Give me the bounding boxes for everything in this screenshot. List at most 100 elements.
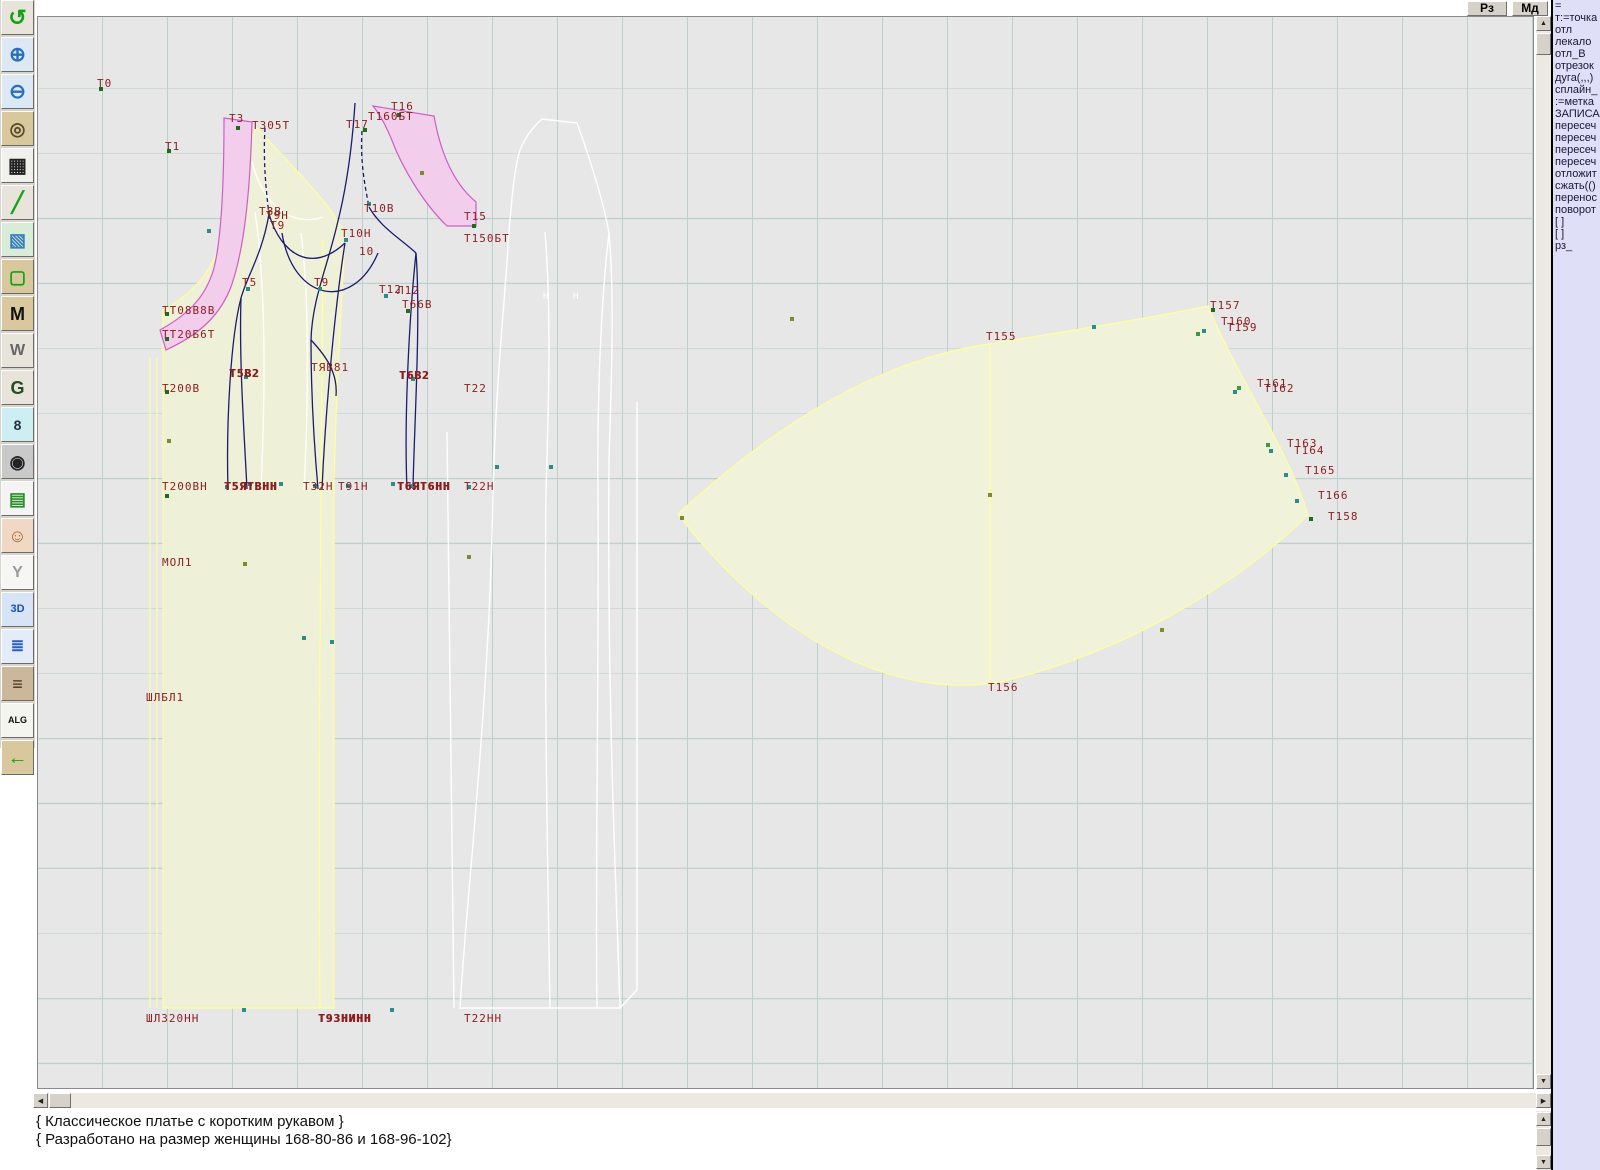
point-label: Т157 [1210,299,1241,312]
scroll-down-icon[interactable]: ▼ [1536,1155,1551,1169]
ruler-icon: 8 [14,418,22,432]
camera-button[interactable]: ◉ [1,444,34,479]
undo-button[interactable]: ↺ [1,0,34,35]
command-line[interactable]: пересеч [1553,120,1600,132]
point-label: Т305Т [252,119,290,132]
command-line[interactable]: лекало [1553,36,1600,48]
zoom-in-button[interactable]: ⊕ [1,37,34,72]
picture-icon: ▧ [9,231,26,249]
grid-button[interactable]: ▦ [1,148,34,183]
letter-g-button[interactable]: G [1,370,34,405]
model-photo-button[interactable]: ☺ [1,518,34,553]
canvas-vscrollbar[interactable]: ▲ ▼ [1536,16,1551,1089]
command-line[interactable]: отрезок [1553,60,1600,72]
picture-button[interactable]: ▧ [1,222,34,257]
point-marker [1295,499,1299,503]
point-marker [165,494,169,498]
scroll-left-icon[interactable]: ◀ [33,1093,48,1108]
command-line[interactable]: перенос [1553,192,1600,204]
view-3d-button[interactable]: 3D [1,592,34,627]
point-marker [390,1008,394,1012]
command-line[interactable]: рз_ [1553,240,1600,252]
measure-segment-button[interactable]: ╱ [1,185,34,220]
pattern-drawing [38,17,1533,1088]
scroll-up-icon[interactable]: ▲ [1536,1112,1551,1126]
point-marker [302,636,306,640]
scroll-up-icon[interactable]: ▲ [1536,16,1551,31]
point-label: Т158 [1328,510,1359,523]
point-marker [279,482,283,486]
command-line[interactable]: сжать(() [1553,180,1600,192]
tvscroll-thumb[interactable] [1536,1128,1551,1146]
canvas-hscrollbar[interactable]: ◀ ▶ [33,1093,1551,1108]
scroll-down-icon[interactable]: ▼ [1536,1074,1551,1089]
description-line: { Разработано на размер женщины 168-80-8… [36,1131,452,1148]
point-label: Т6ЯТ6НН [397,480,450,493]
scroll-right-icon[interactable]: ▶ [1536,1093,1551,1108]
command-line[interactable]: [ ] [1553,216,1600,228]
exit-button[interactable]: ← [1,740,34,775]
command-panel[interactable]: =т:=точкаотллекалоотл_Вотрезокдуга(,,,)с… [1551,0,1600,1170]
zoom-out-button[interactable]: ⊖ [1,74,34,109]
pattern-canvas[interactable]: Т0Т1Т3Т305ТТ16Т160БТТ17Т8ВТ9НТ9Т10ВТ10Н1… [37,16,1534,1089]
letter-g-icon: G [10,379,24,397]
exit-icon: ← [8,748,28,768]
point-label: Т17 [346,118,369,131]
vscroll-thumb[interactable] [1536,33,1551,55]
point-label: Т5В2 [229,367,260,380]
top-bar: Рз Мд [35,0,1551,16]
preview-pattern-icon: ◎ [10,120,26,138]
point-label: Т22 [464,382,487,395]
point-marker [467,555,471,559]
point-marker [243,562,247,566]
command-line[interactable]: [ ] [1553,228,1600,240]
pattern-piece-button[interactable]: ▢ [1,259,34,294]
command-line[interactable]: пересеч [1553,144,1600,156]
compass-button[interactable]: W [1,333,34,368]
notch-label: Н [543,292,549,302]
point-label: МОЛ1 [162,556,193,569]
view-3d-icon: 3D [10,604,24,615]
point-label: Т155 [986,330,1017,343]
preview-pattern-button[interactable]: ◎ [1,111,34,146]
command-line[interactable]: дуга(,,,) [1553,72,1600,84]
command-line[interactable]: отл [1553,24,1600,36]
command-line[interactable]: :=метка [1553,96,1600,108]
pattern-m-icon: M [10,305,25,323]
command-line[interactable]: пересеч [1553,132,1600,144]
point-label: Л12 [397,284,420,297]
command-line[interactable]: ЗАПИСА [1553,108,1600,120]
md-button[interactable]: Мд [1512,1,1548,16]
point-label: Т9 [270,219,285,232]
point-marker [790,317,794,321]
command-line[interactable]: сплайн_ [1553,84,1600,96]
alg-icon: ALG [8,716,27,725]
command-line[interactable]: т:=точка [1553,12,1600,24]
point-marker [988,493,992,497]
description-text-area[interactable]: { Классическое платье с коротким рукавом… [0,1110,1536,1170]
command-line[interactable]: отложит [1553,168,1600,180]
point-marker [167,439,171,443]
point-label: Т15 [464,210,487,223]
hscroll-thumb[interactable] [49,1093,71,1108]
pattern-m-button[interactable]: M [1,296,34,331]
textarea-vscrollbar[interactable]: ▲ ▼ [1536,1111,1551,1170]
size-list-button[interactable]: ≣ [1,629,34,664]
garment-sketch-button[interactable]: Y [1,555,34,590]
command-line[interactable]: отл_В [1553,48,1600,60]
books-button[interactable]: ≡ [1,666,34,701]
point-label: Т10Н [341,227,372,240]
point-label: Т150БТ [464,232,510,245]
command-line[interactable]: поворот [1553,204,1600,216]
spreadsheet-icon: ▤ [9,490,26,508]
rz-button[interactable]: Рз [1467,1,1507,16]
point-marker [207,229,211,233]
point-marker [1160,628,1164,632]
alg-button[interactable]: ALG [1,703,34,738]
command-line[interactable]: пересеч [1553,156,1600,168]
point-marker [1237,386,1241,390]
spreadsheet-button[interactable]: ▤ [1,481,34,516]
point-label: Т32Н [303,480,334,493]
command-line[interactable]: = [1553,0,1600,12]
ruler-button[interactable]: 8 [1,407,34,442]
